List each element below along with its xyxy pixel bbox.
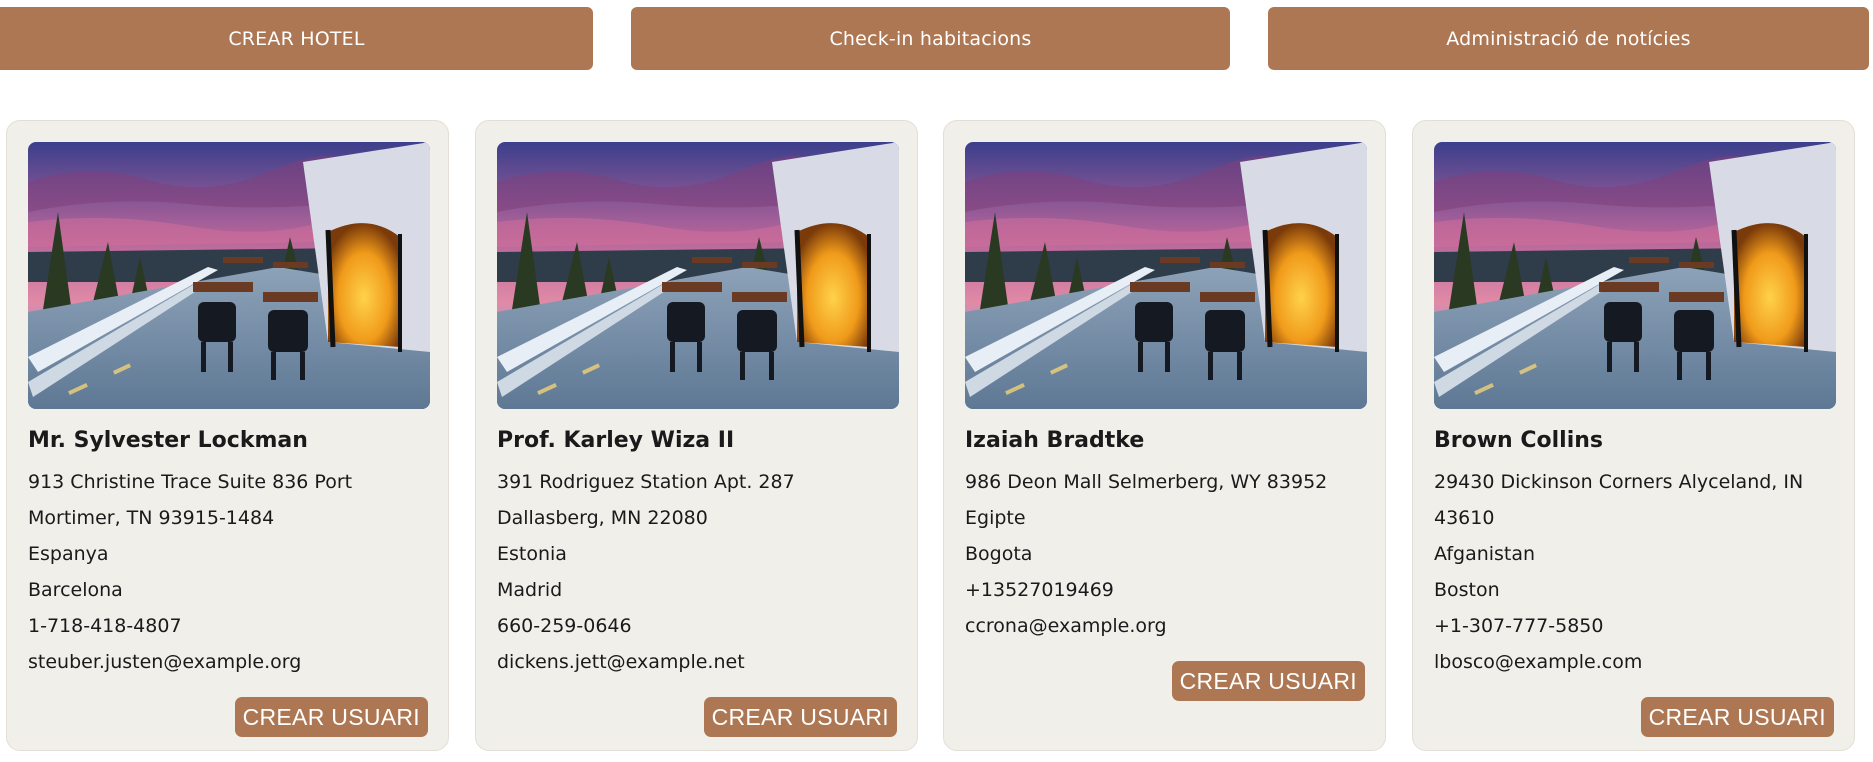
card-actions: CREAR USUARI [1171, 661, 1365, 701]
user-card: Mr. Sylvester Lockman 913 Christine Trac… [6, 120, 449, 751]
user-card: Brown Collins 29430 Dickinson Corners Al… [1412, 120, 1855, 751]
card-address-line-1: 986 Deon Mall Selmerberg, WY 83952 [965, 471, 1328, 493]
card-info: Izaiah Bradtke 986 Deon Mall Selmerberg,… [965, 426, 1370, 644]
card-country: Egipte [965, 507, 1026, 529]
card-email: lbosco@example.com [1434, 651, 1643, 673]
card-address-line-1: 913 Christine Trace Suite 836 Port [28, 471, 353, 493]
crear-usuari-button[interactable]: CREAR USUARI [234, 697, 428, 737]
card-email: steuber.justen@example.org [28, 651, 302, 673]
card-name: Brown Collins [1434, 428, 1604, 453]
hotel-photo [1434, 142, 1836, 409]
card-country: Estonia [497, 543, 567, 565]
user-card: Prof. Karley Wiza II 391 Rodriguez Stati… [475, 120, 918, 751]
hotel-photo [28, 142, 430, 409]
card-email: ccrona@example.org [965, 615, 1167, 637]
user-card-grid: Mr. Sylvester Lockman 913 Christine Trac… [6, 120, 1868, 753]
card-city: Bogota [965, 543, 1033, 565]
card-city: Boston [1434, 579, 1500, 601]
card-address-line-2: Dallasberg, MN 22080 [497, 507, 708, 529]
crear-usuari-button[interactable]: CREAR USUARI [703, 697, 897, 737]
card-address-line-1: 391 Rodriguez Station Apt. 287 [497, 471, 795, 493]
card-actions: CREAR USUARI [234, 697, 428, 737]
card-name: Izaiah Bradtke [965, 428, 1145, 453]
crear-usuari-button[interactable]: CREAR USUARI [1640, 697, 1834, 737]
card-actions: CREAR USUARI [1640, 697, 1834, 737]
card-info: Mr. Sylvester Lockman 913 Christine Trac… [28, 426, 433, 680]
card-city: Madrid [497, 579, 563, 601]
card-address-line-1: 29430 Dickinson Corners Alyceland, IN [1434, 471, 1804, 493]
card-phone: 1-718-418-4807 [28, 615, 182, 637]
hotel-photo [497, 142, 899, 409]
card-country: Afganistan [1434, 543, 1536, 565]
card-address-line-2: Mortimer, TN 93915-1484 [28, 507, 275, 529]
card-address-line-2: 43610 [1434, 507, 1495, 529]
crear-hotel-button[interactable]: CREAR HOTEL [0, 7, 593, 70]
card-info: Brown Collins 29430 Dickinson Corners Al… [1434, 426, 1839, 680]
checkin-habitacions-button[interactable]: Check-in habitacions [631, 7, 1230, 70]
card-name: Mr. Sylvester Lockman [28, 428, 308, 453]
card-info: Prof. Karley Wiza II 391 Rodriguez Stati… [497, 426, 902, 680]
administracio-noticies-button[interactable]: Administració de notícies [1268, 7, 1869, 70]
card-actions: CREAR USUARI [703, 697, 897, 737]
card-phone: +1-307-777-5850 [1434, 615, 1604, 637]
crear-usuari-button[interactable]: CREAR USUARI [1171, 661, 1365, 701]
card-phone: 660-259-0646 [497, 615, 632, 637]
hotel-photo [965, 142, 1367, 409]
card-country: Espanya [28, 543, 109, 565]
top-nav: CREAR HOTEL Check-in habitacions Adminis… [0, 7, 1873, 70]
card-phone: +13527019469 [965, 579, 1114, 601]
card-city: Barcelona [28, 579, 123, 601]
card-email: dickens.jett@example.net [497, 651, 745, 673]
user-card: Izaiah Bradtke 986 Deon Mall Selmerberg,… [943, 120, 1386, 751]
card-name: Prof. Karley Wiza II [497, 428, 735, 453]
